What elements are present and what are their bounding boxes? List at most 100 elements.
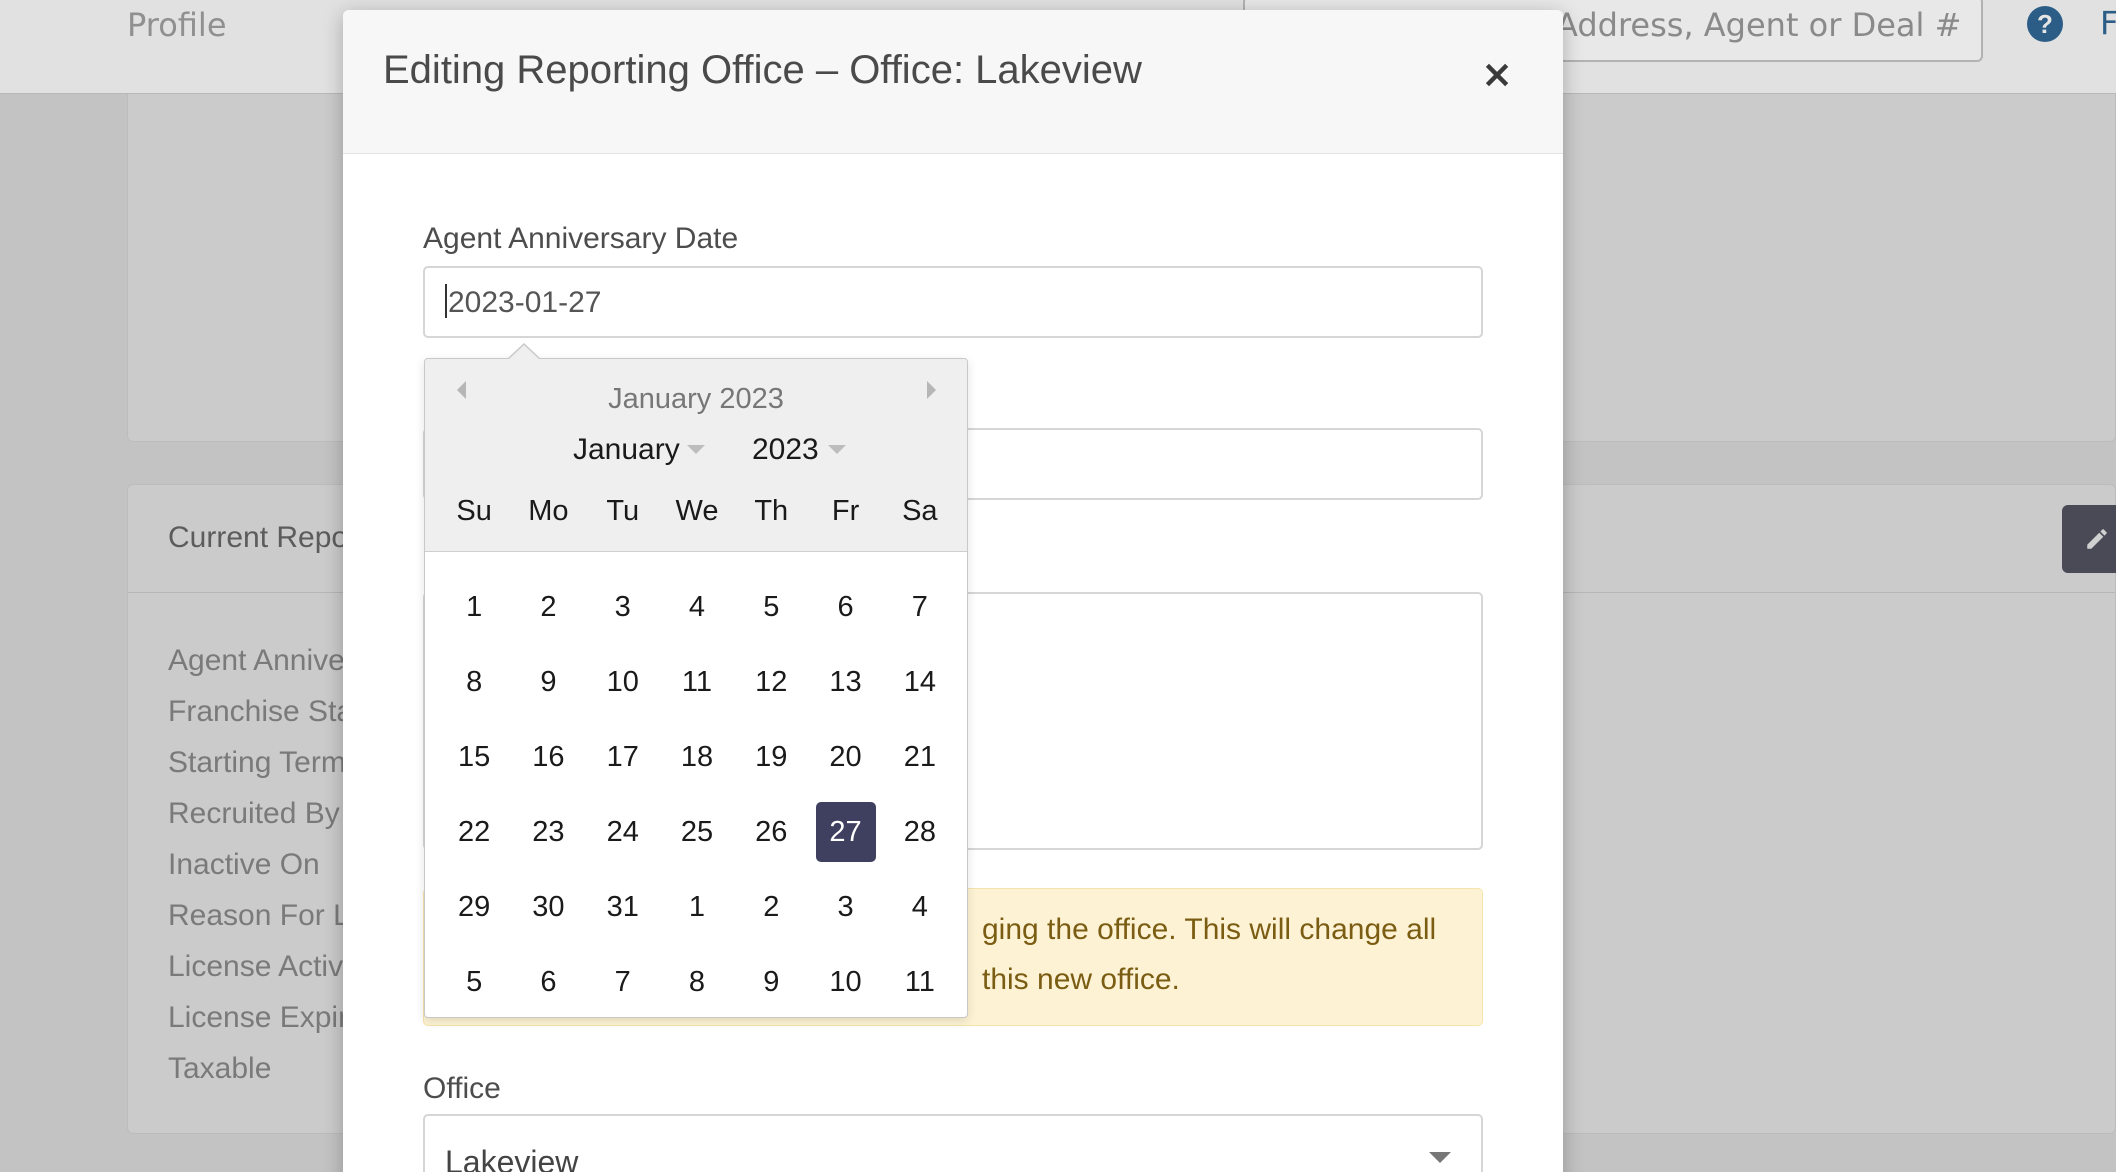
day-cell[interactable]: 7 (883, 577, 957, 652)
day-cell[interactable]: 29 (437, 877, 511, 952)
day-cell[interactable]: 2 (734, 877, 808, 952)
day-number: 4 (911, 891, 928, 923)
day-number: 18 (680, 741, 714, 773)
day-number: 8 (688, 966, 706, 998)
day-cell[interactable]: 24 (586, 802, 660, 877)
field-label: Inactive On (168, 848, 320, 881)
field-label: Reason For Le (168, 899, 367, 932)
day-cell[interactable]: 30 (511, 877, 585, 952)
day-cell[interactable]: 19 (734, 727, 808, 802)
day-cell[interactable]: 8 (660, 952, 734, 1027)
day-number: 14 (903, 666, 936, 698)
weekday-label: Tu (606, 495, 640, 527)
pencil-icon (2087, 529, 2107, 549)
day-number: 28 (903, 816, 936, 848)
edit-button[interactable] (2062, 505, 2116, 573)
day-cell[interactable]: 7 (586, 952, 660, 1027)
day-number: 21 (903, 741, 936, 773)
day-cell[interactable]: 15 (437, 727, 511, 802)
day-cell[interactable]: 22 (437, 802, 511, 877)
datepicker-popup: January 2023 January 2023 Su Mo Tu We Th… (424, 343, 968, 1018)
day-cell[interactable]: 5 (734, 577, 808, 652)
day-number: 22 (458, 816, 491, 848)
day-cell[interactable]: 26 (734, 802, 808, 877)
day-number: 4 (688, 591, 706, 623)
day-cell[interactable]: 3 (808, 877, 882, 952)
chevron-down-icon (687, 445, 705, 454)
day-cell[interactable]: 14 (883, 652, 957, 727)
day-number: 11 (681, 666, 713, 698)
weekday-label: Fr (831, 495, 860, 527)
day-cell[interactable]: 28 (883, 802, 957, 877)
day-number: 2 (763, 891, 780, 923)
day-cell[interactable]: 23 (511, 802, 585, 877)
day-number: 1 (466, 591, 483, 623)
day-cell[interactable]: 10 (586, 652, 660, 727)
day-cell[interactable]: 4 (883, 877, 957, 952)
day-number: 20 (829, 741, 862, 773)
day-cell[interactable]: 6 (808, 577, 882, 652)
day-cell[interactable]: 31 (586, 877, 660, 952)
anniversary-date-value: 2023-01-27 (448, 286, 602, 319)
day-number: 26 (755, 816, 788, 848)
day-number: 6 (540, 966, 557, 998)
day-number: 10 (829, 966, 862, 998)
modal-title: Editing Reporting Office – Office: Lakev… (383, 48, 1142, 92)
day-cell[interactable]: 1 (437, 577, 511, 652)
day-cell[interactable]: 12 (734, 652, 808, 727)
month-dropdown[interactable]: January (573, 433, 680, 467)
weekday-label: Mo (528, 495, 569, 527)
day-cell[interactable]: 4 (660, 577, 734, 652)
chevron-down-icon (1429, 1152, 1451, 1163)
day-number: 7 (911, 591, 928, 623)
day-number: 12 (755, 666, 788, 698)
day-number: 7 (614, 966, 631, 998)
day-cell[interactable]: 11 (883, 952, 957, 1027)
weekday-label: We (675, 495, 719, 527)
day-number: 23 (532, 816, 565, 848)
day-cell[interactable]: 18 (660, 727, 734, 802)
text-caret (445, 284, 447, 318)
day-number: 24 (606, 816, 639, 848)
day-cell[interactable]: 21 (883, 727, 957, 802)
day-cell[interactable]: 13 (808, 652, 882, 727)
day-number: 25 (680, 816, 714, 848)
day-number: 3 (614, 591, 631, 623)
office-select[interactable]: Lakeview (423, 1114, 1483, 1172)
nav-profile-link[interactable]: Profile (127, 6, 227, 44)
weekday-label: Su (456, 495, 492, 527)
day-number: 16 (532, 741, 565, 773)
day-number: 10 (606, 666, 639, 698)
day-cell[interactable]: 3 (586, 577, 660, 652)
day-cell[interactable]: 9 (734, 952, 808, 1027)
day-cell[interactable]: 17 (586, 727, 660, 802)
day-cell[interactable]: 2 (511, 577, 585, 652)
day-cell[interactable]: 11 (660, 652, 734, 727)
current-month-label: January 2023 (608, 383, 784, 415)
day-cell[interactable]: 25 (660, 802, 734, 877)
day-number: 30 (532, 891, 565, 923)
office-label: Office (423, 1072, 501, 1105)
office-select-value: Lakeview (445, 1144, 579, 1172)
popup-pointer (507, 343, 541, 360)
day-cell[interactable]: 10 (808, 952, 882, 1027)
day-number: 5 (466, 966, 483, 998)
day-cell[interactable]: 6 (511, 952, 585, 1027)
year-dropdown[interactable]: 2023 (752, 433, 819, 467)
day-cell[interactable]: 5 (437, 952, 511, 1027)
help-icon[interactable]: ? (2027, 6, 2063, 42)
datepicker-header: January 2023 January 2023 Su Mo Tu We Th… (425, 359, 967, 552)
day-cell[interactable]: 8 (437, 652, 511, 727)
selected-day-cell[interactable]: 27 (808, 802, 882, 877)
day-cell[interactable]: 16 (511, 727, 585, 802)
field-label: Agent Annive (168, 644, 345, 677)
day-cell[interactable]: 20 (808, 727, 882, 802)
field-label: Recruited By (168, 797, 340, 830)
nav-right-link[interactable]: F (2100, 4, 2116, 42)
anniversary-date-input[interactable]: 2023-01-27 (423, 266, 1483, 338)
weekday-row: Su Mo Tu We Th Fr Sa (437, 495, 957, 528)
day-number: 27 (815, 802, 876, 862)
day-cell[interactable]: 1 (660, 877, 734, 952)
close-icon[interactable]: × (1477, 54, 1517, 94)
day-cell[interactable]: 9 (511, 652, 585, 727)
